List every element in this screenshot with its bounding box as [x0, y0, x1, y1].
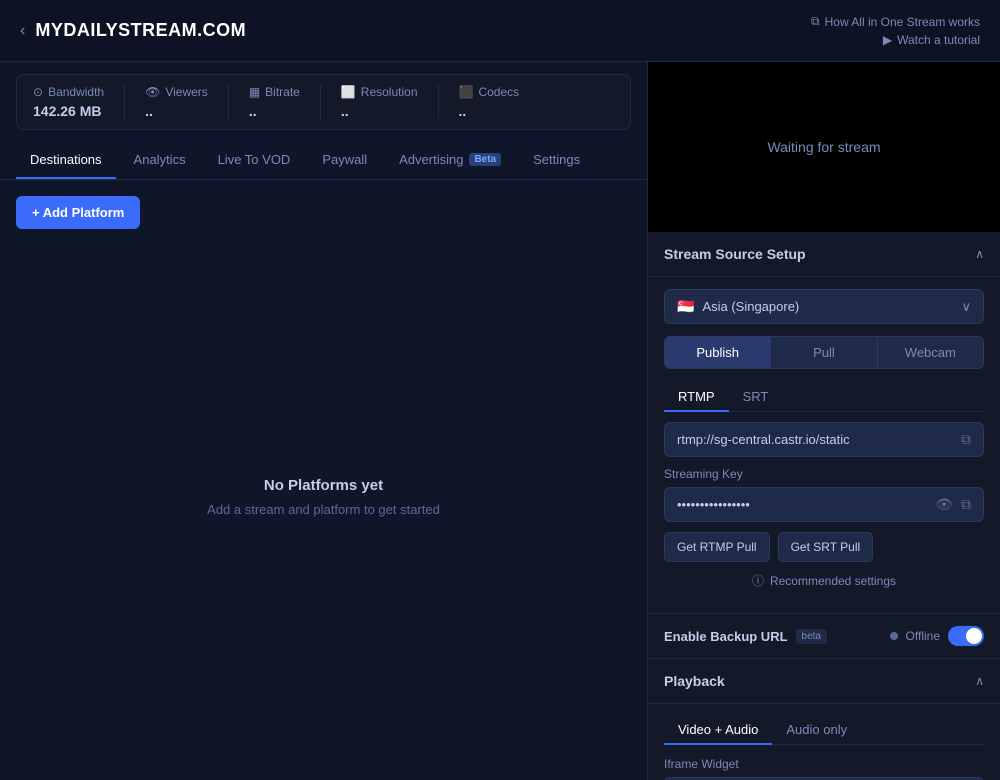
video-preview: Waiting for stream [648, 62, 1000, 232]
copy-rtmp-url-icon[interactable]: ⧉ [961, 431, 971, 448]
video-audio-tab[interactable]: Video + Audio [664, 716, 772, 745]
playback-tabs: Video + Audio Audio only [664, 716, 984, 745]
viewers-icon: 👁 [145, 85, 160, 99]
show-key-icon[interactable]: 👁 [935, 496, 953, 513]
header-links: ⧉ How All in One Stream works ▶ Watch a … [811, 14, 980, 47]
playback-title: Playback [664, 673, 725, 689]
main-layout: ⊙ Bandwidth 142.26 MB 👁 Viewers .. ▦ Bit… [0, 62, 1000, 780]
add-platform-button[interactable]: + Add Platform [16, 196, 140, 229]
how-it-works-link[interactable]: ⧉ How All in One Stream works [811, 14, 980, 29]
backup-url-toggle[interactable] [948, 626, 984, 646]
pull-action-buttons: Get RTMP Pull Get SRT Pull [664, 532, 984, 562]
streaming-key-input[interactable] [677, 497, 927, 512]
waiting-text: Waiting for stream [767, 139, 880, 155]
bandwidth-value: 142.26 MB [33, 103, 104, 119]
viewers-stat: 👁 Viewers .. [125, 85, 229, 119]
tab-settings[interactable]: Settings [519, 142, 594, 179]
info-icon: ⓘ [752, 572, 764, 589]
left-panel: ⊙ Bandwidth 142.26 MB 👁 Viewers .. ▦ Bit… [0, 62, 648, 780]
watch-tutorial-link[interactable]: ▶ Watch a tutorial [883, 33, 980, 47]
resolution-icon: ⬜ [341, 85, 356, 99]
streaming-key-label: Streaming Key [664, 467, 984, 481]
streaming-key-row: 👁 ⧉ [664, 487, 984, 522]
tab-advertising[interactable]: Advertising Beta [385, 142, 515, 179]
iframe-widget-label: Iframe Widget [664, 757, 984, 771]
codecs-icon: ⬛ [459, 85, 474, 99]
tab-destinations[interactable]: Destinations [16, 142, 116, 179]
header: ‹ MYDAILYSTREAM.COM ⧉ How All in One Str… [0, 0, 1000, 62]
protocol-tabs: RTMP SRT [664, 383, 984, 412]
srt-tab[interactable]: SRT [729, 383, 783, 412]
rtmp-url-input[interactable] [677, 432, 953, 447]
empty-title: No Platforms yet [264, 477, 383, 494]
playback-header: Playback ∧ [648, 659, 1000, 704]
right-panel: Waiting for stream Stream Source Setup ∧… [648, 62, 1000, 780]
stats-bar: ⊙ Bandwidth 142.26 MB 👁 Viewers .. ▦ Bit… [16, 74, 631, 130]
get-rtmp-pull-button[interactable]: Get RTMP Pull [664, 532, 770, 562]
codecs-stat: ⬛ Codecs .. [439, 85, 540, 119]
empty-state: No Platforms yet Add a stream and platfo… [16, 229, 631, 764]
get-srt-pull-button[interactable]: Get SRT Pull [778, 532, 874, 562]
tab-paywall[interactable]: Paywall [308, 142, 381, 179]
backup-url-label: Enable Backup URL [664, 629, 788, 644]
bitrate-value: .. [249, 103, 300, 119]
rtmp-tab[interactable]: RTMP [664, 383, 729, 412]
playback-body: Video + Audio Audio only Iframe Widget ⧉ [648, 704, 1000, 780]
publish-button[interactable]: Publish [665, 337, 771, 368]
playback-section: Playback ∧ Video + Audio Audio only Ifra… [648, 658, 1000, 780]
webcam-button[interactable]: Webcam [878, 337, 983, 368]
stream-source-body: 🇸🇬 Asia (Singapore) ∨ Publish Pull Webca… [648, 277, 1000, 613]
region-name: Asia (Singapore) [702, 299, 799, 314]
bitrate-stat: ▦ Bitrate .. [229, 85, 321, 119]
play-icon: ▶ [883, 33, 892, 47]
tab-live-to-vod[interactable]: Live To VOD [204, 142, 305, 179]
bandwidth-stat: ⊙ Bandwidth 142.26 MB [33, 85, 125, 119]
pull-button[interactable]: Pull [771, 337, 877, 368]
back-button[interactable]: ‹ [20, 22, 25, 40]
copy-key-icon[interactable]: ⧉ [961, 496, 971, 513]
link1-icon: ⧉ [811, 14, 820, 29]
codecs-value: .. [459, 103, 520, 119]
content-area: + Add Platform No Platforms yet Add a st… [0, 180, 647, 780]
beta-badge: Beta [469, 153, 501, 166]
offline-indicator [890, 632, 898, 640]
source-type-buttons: Publish Pull Webcam [664, 336, 984, 369]
region-flag: 🇸🇬 [677, 298, 694, 315]
backup-badge: beta [796, 629, 827, 644]
audio-only-tab[interactable]: Audio only [772, 716, 861, 745]
empty-subtitle: Add a stream and platform to get started [207, 502, 440, 517]
site-title: MYDAILYSTREAM.COM [35, 20, 246, 41]
header-left: ‹ MYDAILYSTREAM.COM [20, 20, 246, 41]
recommended-settings-link[interactable]: ⓘ Recommended settings [664, 572, 984, 589]
viewers-value: .. [145, 103, 208, 119]
stream-source-header: Stream Source Setup ∧ [648, 232, 1000, 277]
stream-source-section: Stream Source Setup ∧ 🇸🇬 Asia (Singapore… [648, 232, 1000, 658]
rtmp-url-row: ⧉ [664, 422, 984, 457]
recommended-label: Recommended settings [770, 574, 896, 588]
bitrate-icon: ▦ [249, 85, 260, 99]
backup-url-row: Enable Backup URL beta Offline [648, 613, 1000, 658]
resolution-stat: ⬜ Resolution .. [321, 85, 439, 119]
resolution-value: .. [341, 103, 418, 119]
toggle-knob [966, 628, 982, 644]
stream-source-title: Stream Source Setup [664, 246, 806, 262]
region-dropdown[interactable]: 🇸🇬 Asia (Singapore) ∨ [664, 289, 984, 324]
bandwidth-icon: ⊙ [33, 85, 43, 99]
offline-label: Offline [906, 629, 940, 643]
dropdown-chevron-icon: ∨ [961, 299, 971, 315]
main-tabs: Destinations Analytics Live To VOD Paywa… [0, 142, 647, 180]
playback-collapse-icon[interactable]: ∧ [975, 674, 984, 688]
collapse-icon[interactable]: ∧ [975, 247, 984, 261]
tab-analytics[interactable]: Analytics [120, 142, 200, 179]
